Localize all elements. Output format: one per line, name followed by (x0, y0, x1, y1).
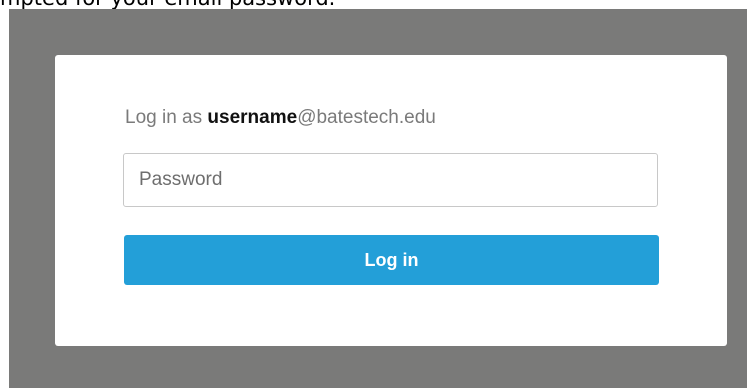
password-input[interactable] (123, 153, 658, 207)
screenshot-page: mpted for your email password. Log in as… (0, 0, 747, 388)
modal-backdrop: Log in as username@batestech.edu Log in (9, 9, 747, 388)
login-button[interactable]: Log in (124, 235, 659, 285)
login-prefix: Log in as (125, 107, 208, 128)
login-username: username (207, 107, 298, 128)
login-domain: @batestech.edu (297, 107, 436, 128)
login-heading: Log in as username@batestech.edu (125, 107, 436, 129)
login-dialog: Log in as username@batestech.edu Log in (55, 55, 727, 346)
